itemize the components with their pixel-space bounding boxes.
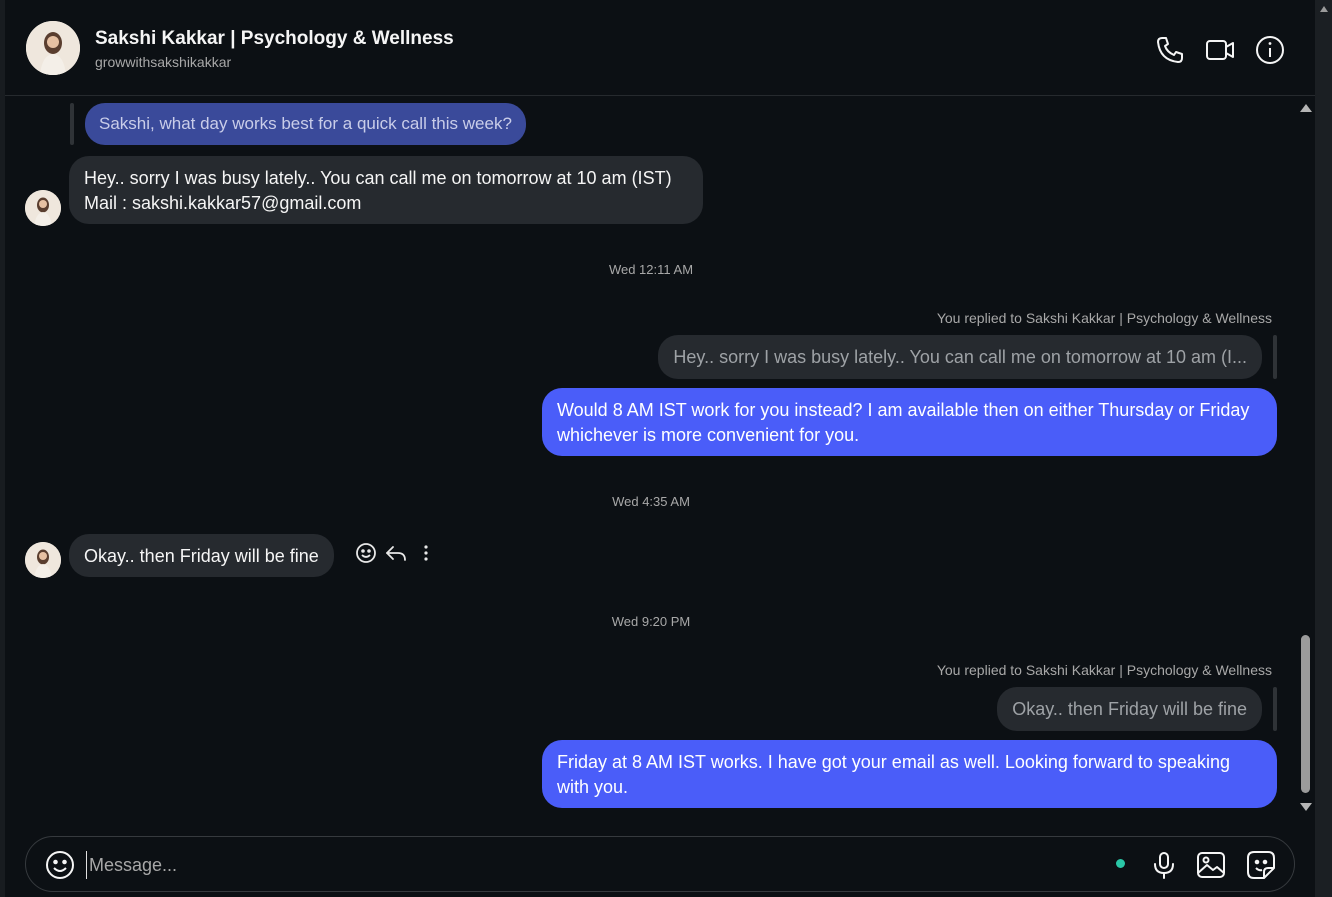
- more-options-icon[interactable]: [414, 541, 438, 565]
- quoted-reply[interactable]: Hey.. sorry I was busy lately.. You can …: [658, 335, 1262, 379]
- contact-name[interactable]: Sakshi Kakkar | Psychology & Wellness: [95, 28, 454, 50]
- incoming-message[interactable]: Hey.. sorry I was busy lately.. You can …: [69, 156, 703, 224]
- profile-avatar[interactable]: [26, 21, 80, 75]
- reply-indicator: [70, 103, 74, 145]
- timestamp: Wed 12:11 AM: [608, 262, 694, 277]
- quoted-message[interactable]: Sakshi, what day works best for a quick …: [85, 103, 526, 145]
- scrollbar[interactable]: [1297, 97, 1315, 817]
- reply-icon[interactable]: [384, 541, 408, 565]
- incoming-message[interactable]: Okay.. then Friday will be fine: [69, 534, 334, 577]
- page-scroll-up-icon[interactable]: [1320, 0, 1328, 20]
- message-composer: [25, 836, 1295, 892]
- scroll-down-arrow-icon[interactable]: [1300, 803, 1312, 811]
- outgoing-message[interactable]: Would 8 AM IST work for you instead? I a…: [542, 388, 1277, 456]
- message-line-email[interactable]: Mail : sakshi.kakkar57@gmail.com: [84, 191, 688, 216]
- outgoing-message[interactable]: Friday at 8 AM IST works. I have got you…: [542, 740, 1277, 808]
- emoji-icon[interactable]: [44, 849, 76, 881]
- reply-note: You replied to Sakshi Kakkar | Psycholog…: [936, 662, 1272, 678]
- message-input[interactable]: [86, 851, 989, 879]
- quoted-reply[interactable]: Okay.. then Friday will be fine: [997, 687, 1262, 731]
- microphone-icon[interactable]: [1148, 849, 1180, 881]
- reply-note: You replied to Sakshi Kakkar | Psycholog…: [936, 310, 1272, 326]
- timestamp: Wed 9:20 PM: [611, 614, 691, 629]
- message-thread[interactable]: Sakshi, what day works best for a quick …: [5, 97, 1297, 817]
- chat-window: Sakshi Kakkar | Psychology & Wellness gr…: [0, 0, 1332, 897]
- reply-indicator: [1273, 687, 1277, 731]
- status-dot: [1116, 859, 1125, 868]
- scroll-thumb[interactable]: [1301, 635, 1310, 793]
- page-scrollbar[interactable]: [1315, 0, 1332, 897]
- reply-indicator: [1273, 335, 1277, 379]
- sender-avatar: [25, 542, 61, 578]
- video-icon[interactable]: [1204, 34, 1236, 66]
- phone-icon[interactable]: [1154, 34, 1186, 66]
- message-line: Hey.. sorry I was busy lately.. You can …: [84, 168, 672, 188]
- contact-username: growwithsakshikakkar: [95, 54, 232, 70]
- info-icon[interactable]: [1254, 34, 1286, 66]
- react-emoji-icon[interactable]: [354, 541, 378, 565]
- scroll-up-arrow-icon[interactable]: [1300, 104, 1312, 112]
- sticker-icon[interactable]: [1245, 849, 1277, 881]
- timestamp: Wed 4:35 AM: [612, 494, 690, 509]
- chat-header: Sakshi Kakkar | Psychology & Wellness gr…: [5, 0, 1315, 96]
- sender-avatar: [25, 190, 61, 226]
- image-icon[interactable]: [1195, 849, 1227, 881]
